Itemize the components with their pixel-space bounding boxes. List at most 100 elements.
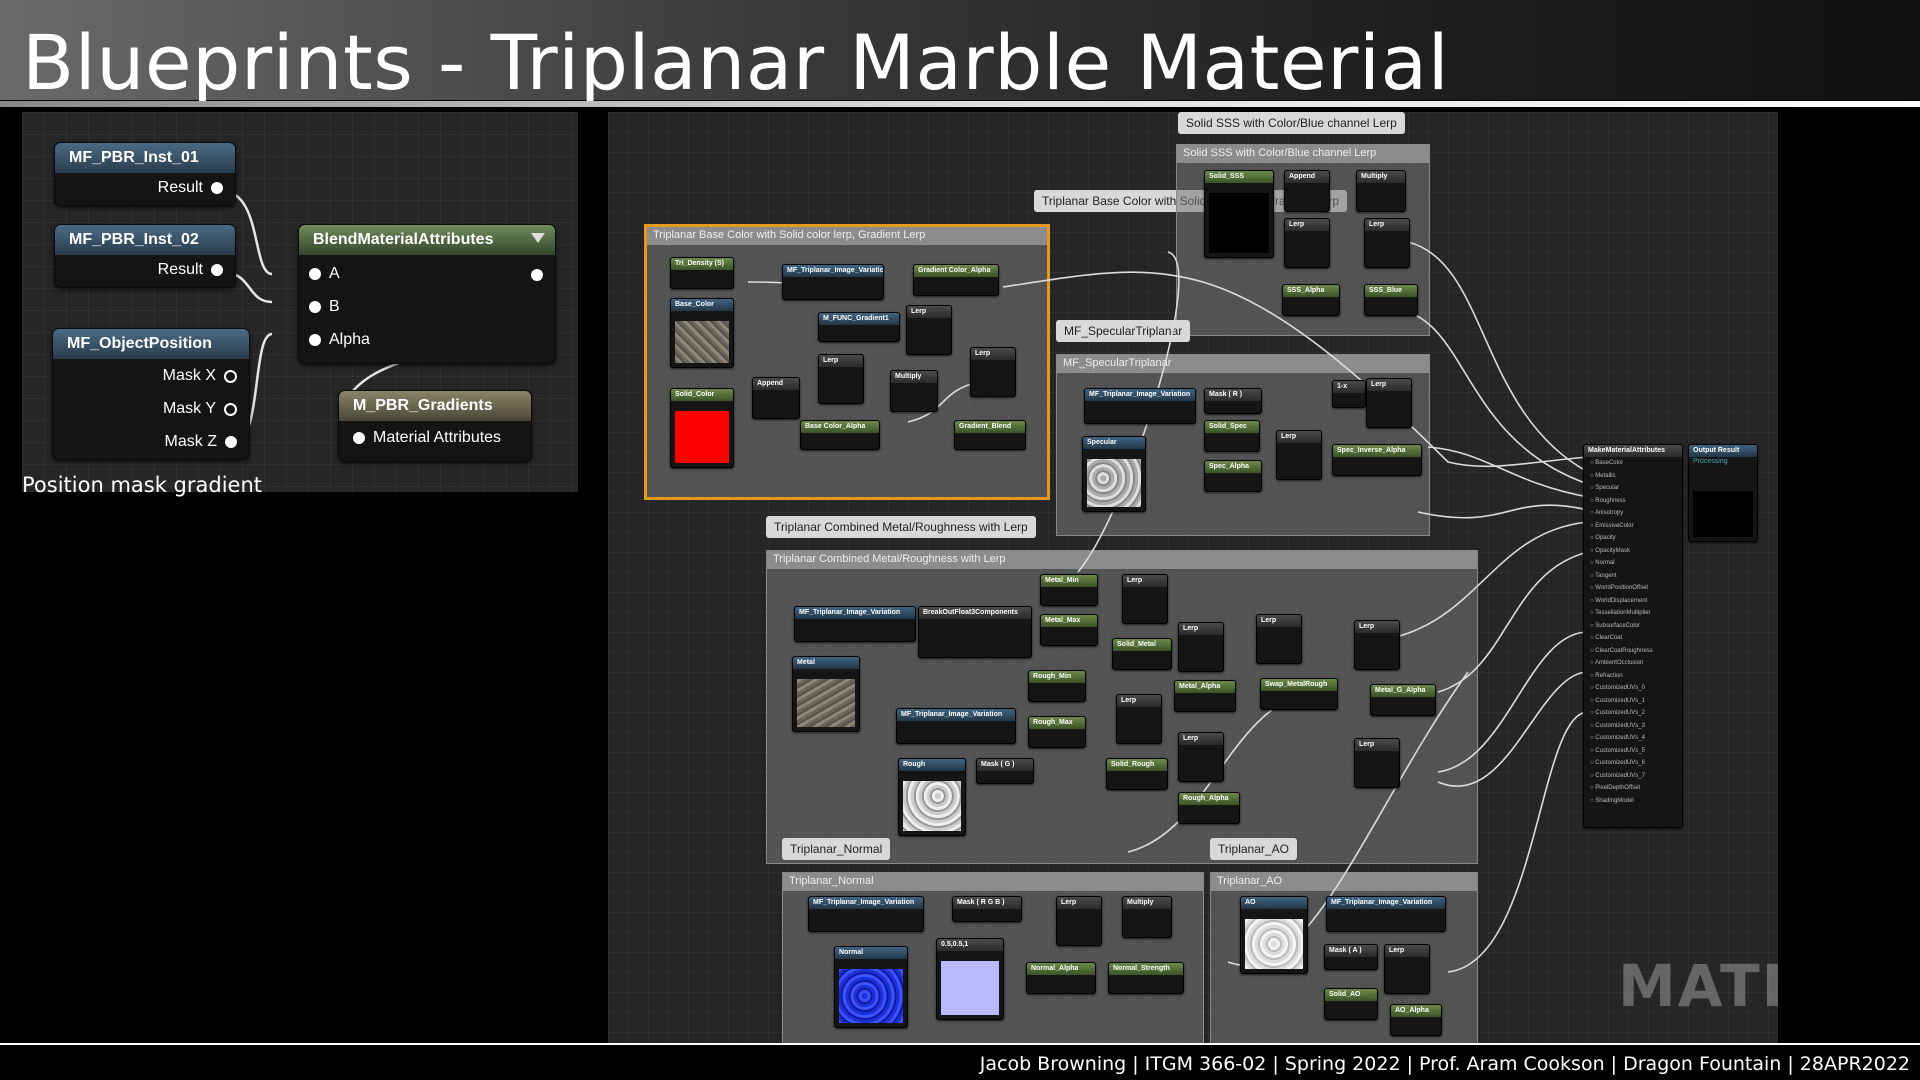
- mf-pbr-inst-01-node[interactable]: MF_PBR_Inst_01 Result: [54, 142, 236, 206]
- metal-max-node[interactable]: Metal_Max: [1040, 614, 1098, 646]
- material-attribute-pin[interactable]: ○ Normal: [1584, 557, 1682, 570]
- b-pin[interactable]: B: [309, 298, 340, 316]
- triplanar-variation-node[interactable]: MF_Triplanar_Image_Variation: [1326, 896, 1446, 932]
- metal-g-alpha-node[interactable]: Metal_G_Alpha: [1370, 684, 1436, 716]
- output-result-node[interactable]: Output Result Processing: [1688, 444, 1758, 542]
- output-pin-icon[interactable]: [211, 264, 223, 276]
- material-attribute-pin[interactable]: ○ Metallic: [1584, 470, 1682, 483]
- material-attribute-pin[interactable]: ○ EmissiveColor: [1584, 520, 1682, 533]
- rough-texture-node[interactable]: Rough: [898, 758, 966, 836]
- material-attribute-pin[interactable]: ○ Anisotropy: [1584, 507, 1682, 520]
- material-graph-panel[interactable]: Triplanar Base Color with Solid color le…: [608, 112, 1778, 1044]
- lerp-node[interactable]: Lerp: [1056, 896, 1102, 946]
- material-attribute-pin[interactable]: ○ Roughness: [1584, 495, 1682, 508]
- tri-density-node[interactable]: Tri_Density (S): [670, 257, 734, 289]
- material-attribute-pin-list[interactable]: ○ BaseColor ○ Metallic ○ Specular ○ Roughne…: [1584, 457, 1682, 807]
- ao-alpha-node[interactable]: AO_Alpha: [1390, 1004, 1442, 1036]
- append-node[interactable]: Append: [752, 377, 800, 419]
- solid-sss-node[interactable]: Solid_SSS: [1204, 170, 1274, 258]
- mf-object-position-node[interactable]: MF_ObjectPosition Mask X Mask Y Mask Z: [52, 328, 250, 460]
- lerp-node[interactable]: Lerp: [1178, 732, 1224, 782]
- make-material-attributes-node[interactable]: MakeMaterialAttributes ○ BaseColor ○ Meta…: [1583, 444, 1683, 828]
- spec-alpha-node[interactable]: Spec_Alpha: [1204, 460, 1262, 492]
- base-color-alpha-node[interactable]: Base Color_Alpha: [800, 420, 880, 450]
- output-pin-icon[interactable]: [224, 402, 237, 416]
- solid-ao-node[interactable]: Solid_AO: [1324, 988, 1378, 1020]
- material-attribute-pin[interactable]: ○ CustomizedUVs_3: [1584, 720, 1682, 733]
- lerp-node[interactable]: Lerp: [1384, 944, 1430, 994]
- alpha-pin[interactable]: Alpha: [309, 331, 370, 349]
- rough-max-node[interactable]: Rough_Max: [1028, 716, 1086, 748]
- swap-metal-rough-node[interactable]: Swap_MetalRough: [1260, 678, 1338, 710]
- chevron-down-icon[interactable]: [531, 233, 545, 243]
- material-attribute-pin[interactable]: ○ WorldPositionOffset: [1584, 582, 1682, 595]
- result-pin[interactable]: Result: [158, 179, 223, 197]
- output-pin-icon[interactable]: [211, 182, 223, 194]
- sss-blue-node[interactable]: SSS_Blue: [1364, 284, 1418, 316]
- mask-x-pin[interactable]: Mask X: [163, 367, 237, 385]
- one-minus-x-node[interactable]: 1-x: [1332, 380, 1366, 408]
- lerp-node[interactable]: Lerp: [970, 347, 1016, 397]
- rough-alpha-node[interactable]: Rough_Alpha: [1178, 792, 1240, 824]
- lerp-node[interactable]: Lerp: [1178, 622, 1224, 672]
- material-attribute-pin[interactable]: ○ CustomizedUVs_0: [1584, 682, 1682, 695]
- material-attribute-pin[interactable]: ○ CustomizedUVs_6: [1584, 757, 1682, 770]
- ao-comment-tab[interactable]: Triplanar_AO: [1210, 838, 1297, 860]
- gradient-blend-node[interactable]: Gradient_Blend: [954, 420, 1026, 450]
- normal-texture-node[interactable]: Normal: [834, 946, 908, 1028]
- m-pbr-gradients-node[interactable]: M_PBR_Gradients Material Attributes: [338, 390, 532, 462]
- multiply-node[interactable]: Multiply: [1122, 896, 1172, 938]
- breakout-float3-node[interactable]: BreakOutFloat3Components: [918, 606, 1032, 658]
- lerp-node[interactable]: Lerp: [1276, 430, 1322, 480]
- triplanar-variation-node[interactable]: MF_Triplanar_Image_Variation: [896, 708, 1016, 744]
- sss-comment-tab[interactable]: Solid SSS with Color/Blue channel Lerp: [1178, 112, 1405, 134]
- lerp-node[interactable]: Lerp: [1256, 614, 1302, 664]
- material-attribute-pin[interactable]: ○ Refraction: [1584, 670, 1682, 683]
- result-pin[interactable]: Result: [158, 261, 223, 279]
- lerp-node[interactable]: Lerp: [906, 305, 952, 355]
- mask-z-pin[interactable]: Mask Z: [165, 433, 237, 451]
- material-attribute-pin[interactable]: ○ BaseColor: [1584, 457, 1682, 470]
- normal-comment-tab[interactable]: Triplanar_Normal: [782, 838, 891, 860]
- lerp-node[interactable]: Lerp: [1122, 574, 1168, 624]
- triplanar-variation-node[interactable]: MF_Triplanar_Image_Variation: [794, 606, 916, 642]
- solid-color-node[interactable]: Solid_Color: [670, 388, 734, 468]
- mask-rgb-node[interactable]: Mask ( R G B ): [952, 896, 1022, 922]
- mask-y-pin[interactable]: Mask Y: [163, 400, 237, 418]
- blend-material-attributes-node[interactable]: BlendMaterialAttributes A B Alpha: [298, 224, 556, 364]
- specular-texture-node[interactable]: Specular: [1082, 436, 1146, 512]
- base-color-texture-node[interactable]: Base_Color: [670, 298, 734, 368]
- a-pin[interactable]: A: [309, 265, 340, 283]
- output-pin-icon[interactable]: [353, 432, 365, 444]
- material-attribute-pin[interactable]: ○ OpacityMask: [1584, 545, 1682, 558]
- triplanar-variation-node[interactable]: MF_Triplanar_Image_Variation: [1084, 388, 1196, 424]
- lerp-node[interactable]: Lerp: [1116, 694, 1162, 744]
- material-attribute-pin[interactable]: ○ ClearCoat: [1584, 632, 1682, 645]
- material-attribute-pin[interactable]: ○ CustomizedUVs_2: [1584, 707, 1682, 720]
- material-attribute-pin[interactable]: ○ AmbientOcclusion: [1584, 657, 1682, 670]
- metal-alpha-node[interactable]: Metal_Alpha: [1174, 680, 1236, 712]
- sss-alpha-node[interactable]: SSS_Alpha: [1282, 284, 1340, 316]
- mask-g-node[interactable]: Mask ( G ): [976, 758, 1034, 784]
- material-attribute-pin[interactable]: ○ WorldDisplacement: [1584, 595, 1682, 608]
- lerp-node[interactable]: Lerp: [1354, 738, 1400, 788]
- triplanar-variation-node[interactable]: MF_Triplanar_Image_Variation: [782, 264, 884, 300]
- triplanar-variation-node[interactable]: MF_Triplanar_Image_Variation: [808, 896, 924, 932]
- material-attribute-pin[interactable]: ○ Specular: [1584, 482, 1682, 495]
- specular-comment-tab[interactable]: MF_SpecularTriplanar: [1056, 320, 1191, 342]
- material-attribute-pin[interactable]: ○ ClearCoatRoughness: [1584, 645, 1682, 658]
- lerp-node[interactable]: Lerp: [1354, 620, 1400, 670]
- input-pin-icon[interactable]: [309, 301, 321, 313]
- solid-spec-node[interactable]: Solid_Spec: [1204, 420, 1260, 452]
- input-pin-icon[interactable]: [309, 268, 321, 280]
- solid-metal-node[interactable]: Solid_Metal: [1112, 638, 1172, 670]
- material-attribute-pin[interactable]: ○ Tangent: [1584, 570, 1682, 583]
- lerp-node[interactable]: Lerp: [1366, 378, 1412, 428]
- normal-alpha-node[interactable]: Normal_Alpha: [1026, 962, 1096, 994]
- func-gradient-node[interactable]: M_FUNC_Gradient1: [818, 312, 900, 342]
- mf-pbr-inst-02-node[interactable]: MF_PBR_Inst_02 Result: [54, 224, 236, 288]
- material-attribute-pin[interactable]: ○ PixelDepthOffset: [1584, 782, 1682, 795]
- mask-r-node[interactable]: Mask ( R ): [1204, 388, 1262, 414]
- ao-texture-node[interactable]: AO: [1240, 896, 1308, 974]
- input-pin-icon[interactable]: [309, 334, 321, 346]
